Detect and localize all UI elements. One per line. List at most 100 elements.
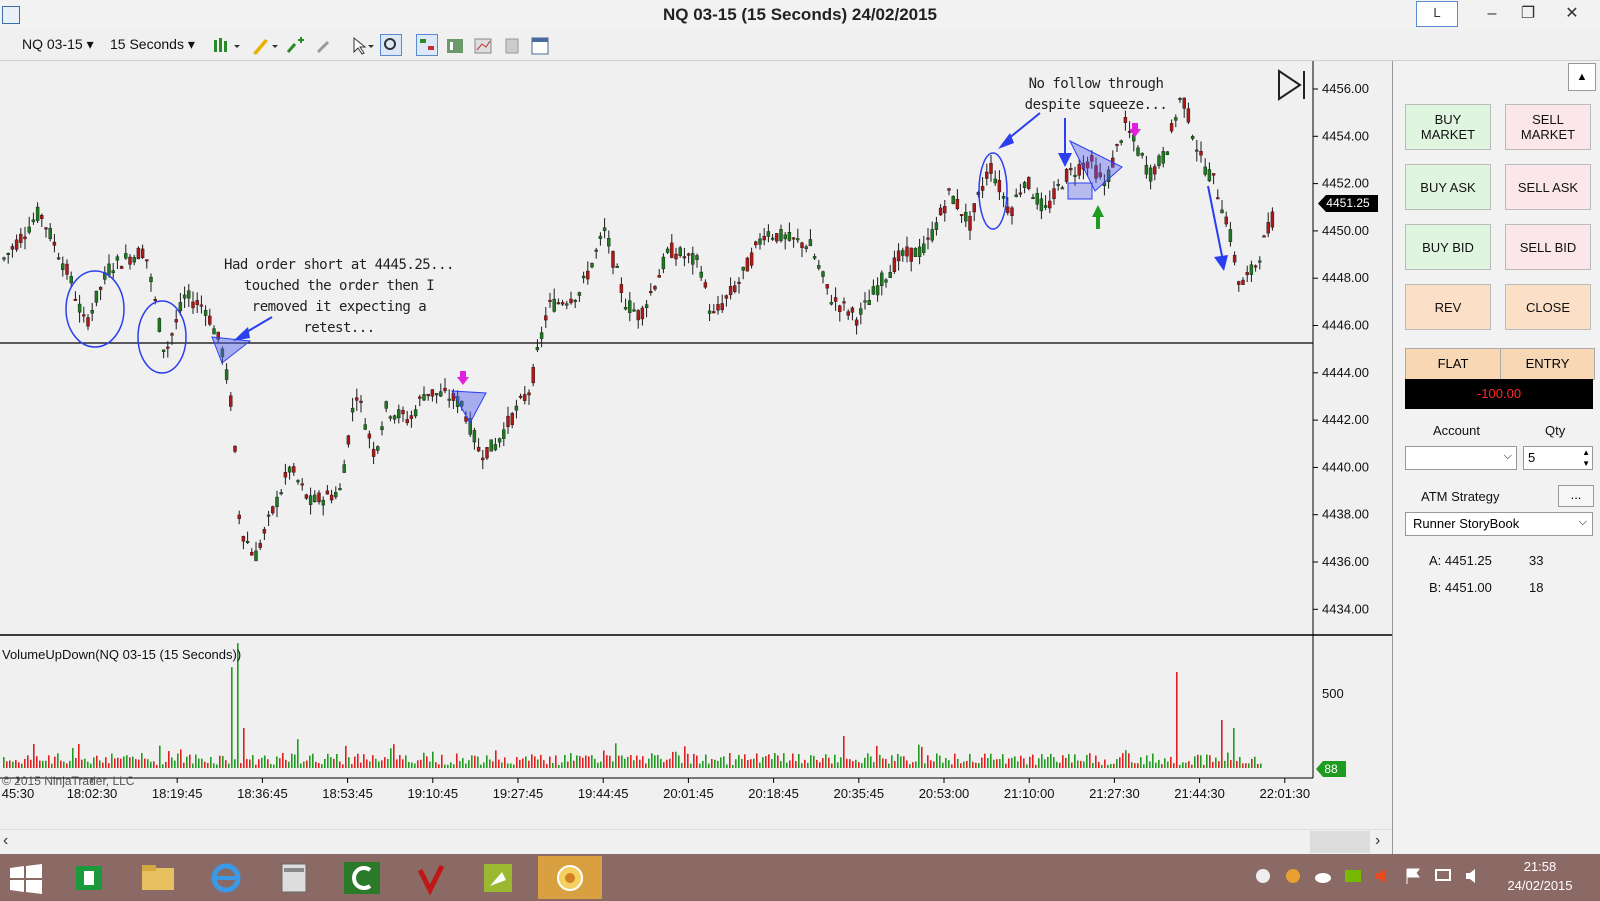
store-icon[interactable]: [58, 856, 122, 899]
camtasia-icon[interactable]: [330, 856, 394, 899]
weather-tray-icon[interactable]: [1284, 867, 1302, 885]
volume-bar: [141, 753, 143, 768]
volume-bar: [726, 764, 728, 768]
taskbar-clock[interactable]: 21:58 24/02/2015: [1490, 857, 1590, 895]
chart-trader-icon[interactable]: [416, 34, 438, 56]
volume-bar: [846, 758, 848, 768]
remove-indicator-icon[interactable]: [315, 36, 335, 56]
candle-body: [1190, 136, 1195, 139]
restore-button[interactable]: ❐: [1506, 0, 1550, 28]
candle-body: [1211, 173, 1216, 176]
volume-bar: [384, 757, 386, 768]
volume-bar: [183, 762, 185, 768]
network-tray-icon[interactable]: [1434, 867, 1452, 885]
candle-body: [10, 246, 15, 250]
volume-bar: [1128, 753, 1130, 768]
interval-selector[interactable]: 15 Seconds ▾: [110, 36, 195, 53]
drawing-tool-icon[interactable]: [250, 36, 280, 56]
instrument-selector[interactable]: NQ 03-15 ▾: [22, 36, 94, 53]
volume-bar: [411, 762, 413, 768]
flag-tray-icon[interactable]: [1404, 867, 1422, 885]
volume-bar: [975, 762, 977, 768]
scroll-left-icon[interactable]: ‹: [3, 832, 8, 850]
nvidia-tray-icon[interactable]: [1344, 867, 1362, 885]
speaker-tray-icon[interactable]: [1464, 867, 1482, 885]
candle-body: [262, 529, 267, 534]
sell-ask-button[interactable]: SELL ASK: [1505, 164, 1591, 210]
close-position-button[interactable]: CLOSE: [1505, 284, 1591, 330]
atm-strategy-select[interactable]: Runner StoryBook ⌵: [1405, 512, 1593, 536]
volume-bar: [1095, 755, 1097, 768]
sell-market-button[interactable]: SELL MARKET: [1505, 104, 1591, 150]
reverse-button[interactable]: REV: [1405, 284, 1491, 330]
data-series-icon[interactable]: [445, 36, 465, 56]
bar-type-icon[interactable]: [212, 36, 242, 56]
buy-market-button[interactable]: BUY MARKET: [1405, 104, 1491, 150]
volume-bar: [132, 756, 134, 768]
volume-bar: [1188, 761, 1190, 768]
volume-bar: [897, 753, 899, 768]
chevron-down-icon: ⌵: [1578, 516, 1587, 528]
candle-body: [535, 347, 540, 351]
app-icon-active[interactable]: [538, 856, 602, 899]
candle-body: [317, 492, 321, 503]
template-icon[interactable]: [530, 36, 550, 56]
candle-body: [930, 229, 934, 241]
volume-bar: [1053, 757, 1055, 768]
volume-bar: [669, 758, 671, 768]
atm-options-button[interactable]: ...: [1558, 485, 1594, 507]
panel-scroll-up-icon[interactable]: ▲: [1568, 63, 1596, 91]
time-tick-label: 21:10:00: [1004, 786, 1055, 801]
volume-bar: [1011, 757, 1013, 768]
candle-body: [1064, 168, 1069, 182]
file-explorer-icon[interactable]: [126, 856, 190, 899]
sell-bid-button[interactable]: SELL BID: [1505, 224, 1591, 270]
candle-body: [623, 306, 628, 310]
account-select[interactable]: ⌵: [1405, 446, 1517, 470]
zoom-icon[interactable]: [380, 34, 402, 56]
volume-bar: [282, 753, 284, 768]
horizontal-scrollbar[interactable]: ‹ ›: [0, 829, 1392, 855]
qty-stepper-icon[interactable]: ▲ ▼: [1582, 447, 1590, 469]
close-window-button[interactable]: ✕: [1550, 0, 1594, 28]
volume-bar: [1182, 762, 1184, 768]
volume-bar: [1149, 761, 1151, 768]
volume-bar: [1146, 755, 1148, 768]
add-indicator-icon[interactable]: [285, 36, 305, 56]
ninjatrader-icon[interactable]: [466, 856, 530, 899]
qty-input[interactable]: 5 ▲ ▼: [1523, 446, 1593, 470]
volume-alert-tray-icon[interactable]: [1374, 867, 1392, 885]
internet-explorer-icon[interactable]: [194, 856, 258, 899]
pointer-icon[interactable]: [350, 36, 378, 56]
scroll-thumb[interactable]: [1310, 831, 1370, 853]
volume-bar: [174, 760, 176, 768]
buy-ask-button[interactable]: BUY ASK: [1405, 164, 1491, 210]
candle-body: [1031, 197, 1035, 199]
chart-properties-icon[interactable]: [473, 36, 493, 56]
scroll-right-icon[interactable]: ›: [1375, 832, 1380, 850]
app-icon-archive[interactable]: [262, 856, 326, 899]
volume-bar: [312, 753, 314, 768]
candle-body: [573, 299, 577, 302]
cloud-tray-icon[interactable]: [1314, 867, 1332, 885]
volume-bar: [378, 761, 380, 768]
buy-bid-button[interactable]: BUY BID: [1405, 224, 1491, 270]
windows-start-icon[interactable]: [0, 856, 52, 899]
volume-bar: [525, 756, 527, 768]
volume-bar: [375, 758, 377, 768]
candle-body: [938, 207, 943, 216]
link-button[interactable]: L: [1416, 1, 1458, 27]
clock-tray-icon[interactable]: [1254, 867, 1272, 885]
ask-size: 33: [1529, 553, 1544, 568]
volume-bar: [939, 755, 941, 768]
volume-bar: [642, 756, 644, 768]
volume-bar: [657, 754, 659, 768]
candle-body: [1258, 260, 1262, 263]
time-tick-label: 19:44:45: [578, 786, 629, 801]
snapshot-icon[interactable]: [502, 36, 522, 56]
candle-body: [989, 163, 993, 174]
play-end-icon[interactable]: [1278, 69, 1305, 101]
app-icon-red[interactable]: [398, 856, 462, 899]
candle-body: [1144, 164, 1149, 175]
price-chart[interactable]: 4456.00 4454.00 4452.00 4450.00 4448.00 4446.…: [0, 61, 1392, 829]
